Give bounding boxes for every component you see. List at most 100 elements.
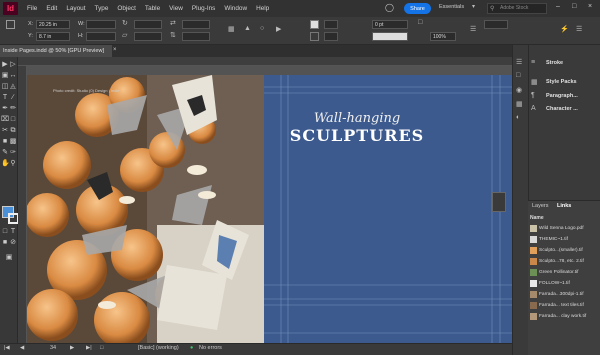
transform-icon[interactable]: ▦: [228, 25, 235, 33]
tab-close-icon[interactable]: ×: [113, 47, 117, 53]
screen-mode-icon[interactable]: ▣: [5, 253, 13, 262]
stroke-icon[interactable]: ≡: [531, 59, 535, 66]
properties-icon[interactable]: ☰: [516, 58, 522, 66]
fx-icon[interactable]: □: [418, 19, 422, 26]
link-item[interactable]: Farrada...300dpi-1.tif: [530, 289, 598, 300]
dock-paragraph[interactable]: Paragraph...: [546, 93, 578, 99]
tab-links[interactable]: Links: [557, 203, 571, 209]
page-scroll-handle[interactable]: [492, 192, 506, 212]
line-tool-icon[interactable]: ∕: [9, 93, 17, 102]
last-page-icon[interactable]: ▶|: [86, 345, 92, 351]
zoom-tool-icon[interactable]: ⚲: [9, 159, 17, 168]
type-tool-icon[interactable]: T: [1, 93, 9, 102]
menu-window[interactable]: Window: [224, 5, 247, 12]
link-item[interactable]: THEMIC~1.tif: [530, 234, 598, 245]
apply-none-icon[interactable]: ⊘: [9, 238, 17, 247]
stroke-weight-field[interactable]: 0 pt: [372, 20, 408, 29]
link-item[interactable]: Farrada... clay work.tif: [530, 311, 598, 322]
content-placer-icon[interactable]: ◬: [9, 82, 17, 91]
scissors-tool-icon[interactable]: ✂: [1, 126, 9, 135]
selection-tool-icon[interactable]: ▶: [1, 60, 9, 69]
menu-layout[interactable]: Layout: [66, 5, 85, 12]
style-packs-icon[interactable]: ▦: [531, 78, 538, 86]
pages-icon[interactable]: □: [516, 72, 520, 79]
page-tool-icon[interactable]: ▣: [1, 71, 9, 80]
maximize-icon[interactable]: □: [572, 3, 576, 10]
rectangle-frame-tool-icon[interactable]: ⌧: [1, 115, 9, 124]
swatches-icon[interactable]: ▦: [516, 100, 523, 108]
select-container-icon[interactable]: ▲: [244, 25, 251, 32]
apply-color-icon[interactable]: ■: [1, 238, 9, 247]
quick-apply-icon[interactable]: ⚡: [560, 25, 569, 33]
link-item[interactable]: Sculpto...(smaller).tif: [530, 245, 598, 256]
hand-tool-icon[interactable]: ✋: [1, 159, 10, 168]
share-button[interactable]: Share: [404, 3, 431, 14]
rectangle-tool-icon[interactable]: □: [9, 115, 17, 124]
shear-icon[interactable]: ▱: [122, 31, 127, 39]
workspace-chevron-icon[interactable]: ▾: [472, 3, 475, 10]
document-tab[interactable]: Inside Pages.indd @ 50% [GPU Preview]: [0, 45, 112, 57]
scale-x-field[interactable]: [134, 20, 162, 29]
panel-menu-icon[interactable]: ☰: [576, 25, 582, 33]
close-icon[interactable]: ×: [588, 3, 592, 10]
scale-y-field[interactable]: [134, 32, 162, 41]
menu-object[interactable]: Object: [117, 5, 135, 12]
vertical-ruler[interactable]: [18, 66, 27, 343]
rotation-field[interactable]: [182, 20, 210, 29]
stroke-type-dropdown[interactable]: [372, 32, 408, 41]
shear-field[interactable]: [182, 32, 210, 41]
next-page-icon[interactable]: ▶: [70, 345, 74, 351]
menu-help[interactable]: Help: [256, 5, 269, 12]
fill-swatch[interactable]: [310, 20, 319, 29]
gradient-feather-tool-icon[interactable]: ▩: [9, 137, 17, 146]
opacity-field[interactable]: 100%: [430, 32, 456, 41]
free-transform-tool-icon[interactable]: ⧉: [9, 126, 17, 135]
direct-selection-tool-icon[interactable]: ▷: [9, 60, 17, 69]
workspace-switcher[interactable]: Essentials: [439, 4, 464, 10]
menu-view[interactable]: View: [169, 5, 183, 12]
color-icon[interactable]: ◐: [516, 114, 520, 121]
paragraph-icon[interactable]: ¶: [531, 92, 535, 99]
h-field[interactable]: [86, 32, 116, 41]
gradient-tool-icon[interactable]: ■: [1, 137, 9, 146]
headline-line-1[interactable]: Wall-hanging: [298, 111, 416, 126]
stroke-dropdown[interactable]: [324, 32, 338, 41]
link-item[interactable]: FOLLOW~1.tif: [530, 278, 598, 289]
note-tool-icon[interactable]: ✎: [1, 148, 9, 157]
stroke-swatch[interactable]: [310, 32, 319, 41]
corner-field[interactable]: [484, 20, 508, 29]
y-field[interactable]: 8.7 in: [36, 32, 70, 41]
flip-vertical-icon[interactable]: ⇅: [170, 31, 176, 39]
link-item[interactable]: Sculpto...78, etc. 2.tif: [530, 256, 598, 267]
menu-plugins[interactable]: Plug-Ins: [192, 5, 215, 12]
formatting-text-icon[interactable]: T: [9, 227, 17, 236]
preflight-profile[interactable]: [Basic] (working): [138, 345, 179, 351]
select-next-icon[interactable]: ▶: [276, 25, 281, 33]
w-field[interactable]: [86, 20, 116, 29]
links-name-header[interactable]: Name: [530, 215, 544, 221]
horizontal-ruler[interactable]: [18, 57, 512, 66]
dock-style-packs[interactable]: Style Packs: [546, 79, 577, 85]
pen-tool-icon[interactable]: ✒: [1, 104, 9, 113]
text-wrap-icon[interactable]: ☰: [470, 25, 476, 33]
stock-search-input[interactable]: Adobe Stock: [487, 3, 547, 14]
select-content-icon[interactable]: ○: [260, 25, 264, 32]
preflight-errors[interactable]: No errors: [199, 345, 222, 351]
fill-dropdown[interactable]: [324, 20, 338, 29]
lightbulb-icon[interactable]: ◯: [385, 3, 394, 12]
open-page-icon[interactable]: □: [100, 345, 103, 351]
previous-page-icon[interactable]: ◀: [20, 345, 24, 351]
gap-tool-icon[interactable]: ↔: [9, 71, 17, 80]
eyedropper-tool-icon[interactable]: ✑: [9, 148, 17, 157]
character-icon[interactable]: A: [531, 105, 536, 112]
link-item[interactable]: Green Pollinator.tif: [530, 267, 598, 278]
dock-stroke[interactable]: Stroke: [546, 60, 563, 66]
rotate-icon[interactable]: ↻: [122, 19, 128, 27]
headline-line-2[interactable]: SCULPTURES: [287, 126, 427, 145]
page-number[interactable]: 34: [50, 345, 56, 351]
minimize-icon[interactable]: –: [556, 3, 560, 10]
reference-point-icon[interactable]: [6, 20, 15, 29]
pencil-tool-icon[interactable]: ✏: [9, 104, 17, 113]
tab-layers[interactable]: Layers: [532, 203, 549, 209]
cc-libraries-icon[interactable]: ◉: [516, 86, 522, 94]
